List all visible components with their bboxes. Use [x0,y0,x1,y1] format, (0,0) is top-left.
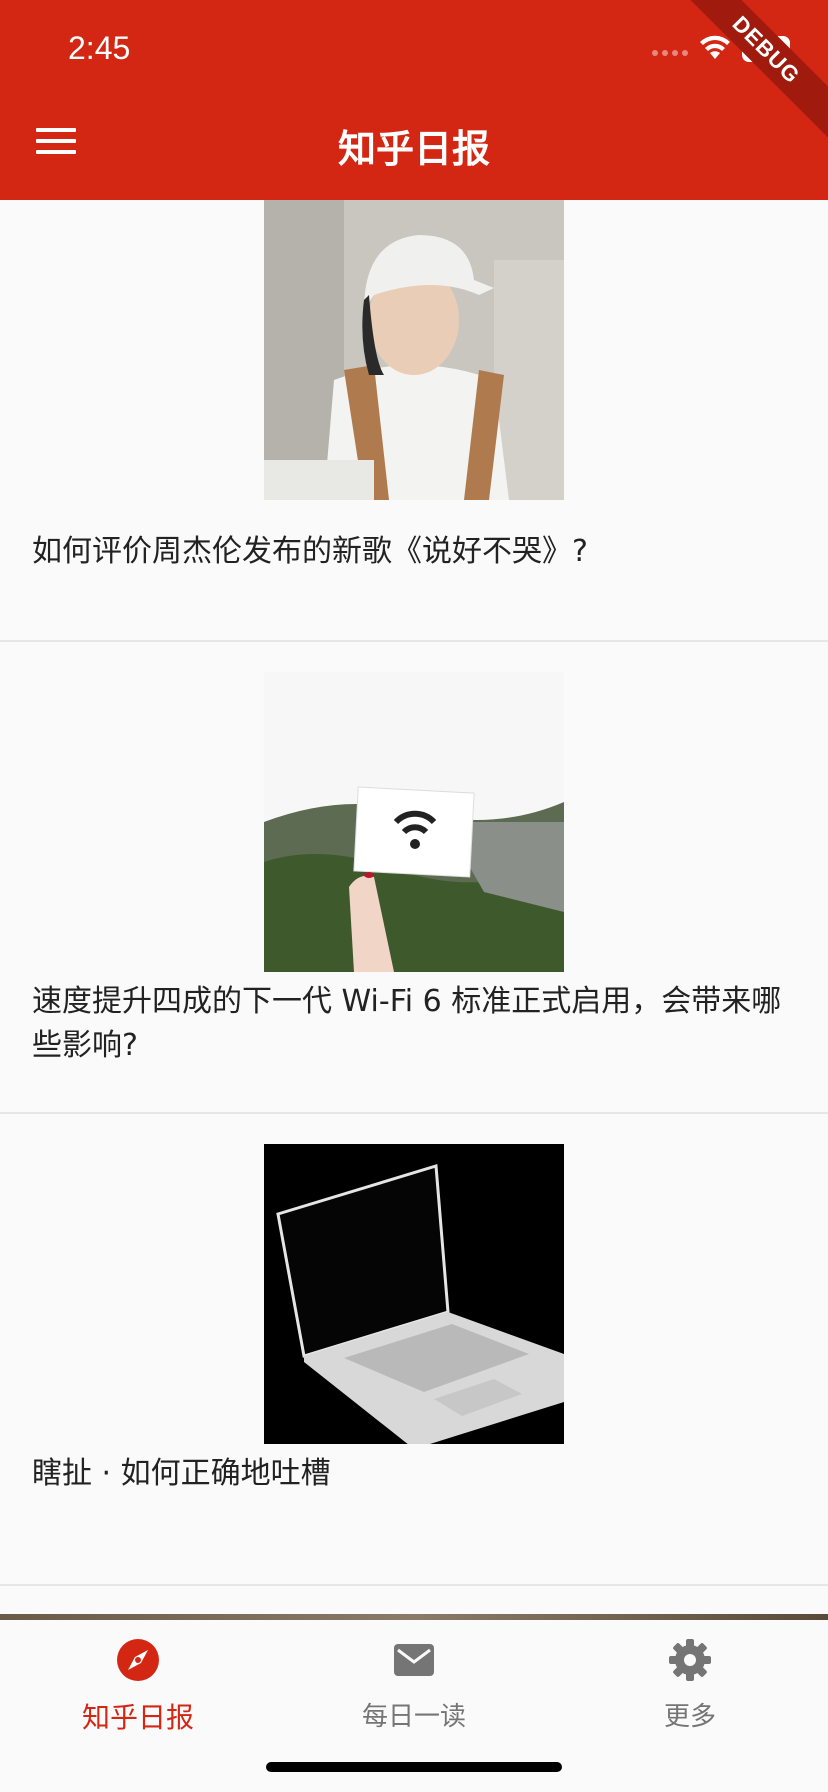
tab-label: 更多 [663,1702,716,1732]
page-title: 知乎日报 [337,127,490,171]
story-thumbnail [264,200,564,500]
compass-icon [117,1639,159,1681]
story-title: 瞎扯 · 如何正确地吐槽 [32,1456,331,1491]
story-thumbnail [264,672,564,972]
tab-label: 每日一读 [361,1702,466,1732]
story-title: 如何评价周杰伦发布的新歌《说好不哭》? [32,534,588,569]
tab-daily-read[interactable]: 每日一读 [276,1638,552,1733]
story-item[interactable]: 瞎扯 · 如何正确地吐槽 [0,1114,828,1586]
story-list: 如何评价周杰伦发布的新歌《说好不哭》? 速度提升四成的下一代 Wi-Fi 6 标… [0,200,828,1586]
story-thumbnail [264,1144,564,1444]
story-item[interactable]: 如何评价周杰伦发布的新歌《说好不哭》? [0,200,828,642]
app-bar: 2:45 DEBUG 知乎日报 [0,0,828,200]
wifi-sign-photo [264,672,564,972]
status-time: 2:45 [68,30,131,66]
story-item[interactable]: 速度提升四成的下一代 Wi-Fi 6 标准正式启用，会带来哪些影响? [0,642,828,1114]
tab-label: 知乎日报 [81,1701,194,1734]
gear-icon [669,1639,711,1681]
tab-zhihu-daily[interactable]: 知乎日报 [0,1638,276,1736]
tab-more[interactable]: 更多 [552,1638,828,1733]
home-indicator[interactable] [266,1762,562,1772]
laptop-photo [264,1144,564,1444]
mail-icon [394,1644,434,1676]
story-title: 速度提升四成的下一代 Wi-Fi 6 标准正式启用，会带来哪些影响? [32,984,782,1063]
woman-in-cap-photo [264,200,564,500]
signal-icon [652,50,688,56]
wifi-icon [700,35,730,59]
